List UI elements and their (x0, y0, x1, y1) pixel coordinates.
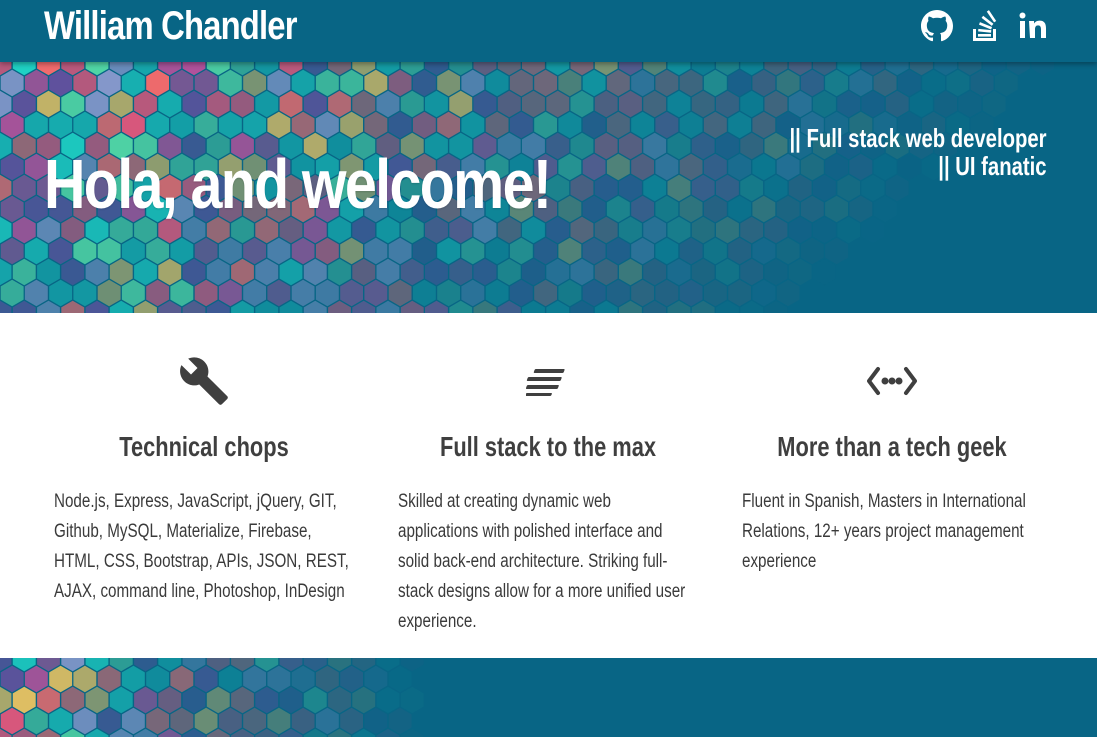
tagline-line-1: || Full stack web developer (789, 123, 1047, 153)
feature-text: Fluent in Spanish, Masters in Internatio… (742, 491, 1026, 572)
text-lines-icon (398, 353, 698, 409)
footer-banner (0, 658, 1097, 737)
hero-banner: Hola, and welcome! || Full stack web dev… (0, 62, 1097, 313)
tagline-line-2: || UI fanatic (938, 151, 1047, 181)
feature-text: Node.js, Express, JavaScript, jQuery, GI… (54, 491, 349, 602)
features-section: Technical chops Node.js, Express, JavaSc… (0, 313, 1097, 658)
social-links (921, 8, 1049, 44)
feature-title: Technical chops (119, 431, 289, 462)
wrench-icon (54, 353, 354, 409)
navbar: William Chandler (0, 0, 1097, 62)
linkedin-icon[interactable] (1017, 8, 1049, 44)
feature-text: Skilled at creating dynamic web applicat… (398, 491, 686, 632)
feature-title: More than a tech geek (777, 431, 1007, 462)
github-icon[interactable] (921, 8, 953, 44)
hexagon-background (0, 658, 1097, 737)
code-arrows-icon (742, 353, 1042, 409)
stack-overflow-icon[interactable] (969, 8, 1001, 44)
brand-logo[interactable]: William Chandler (44, 4, 297, 49)
hero-title: Hola, and welcome! (44, 145, 552, 223)
hero-tagline: || Full stack web developer || UI fanati… (790, 124, 1047, 180)
feature-title: Full stack to the max (439, 431, 657, 462)
